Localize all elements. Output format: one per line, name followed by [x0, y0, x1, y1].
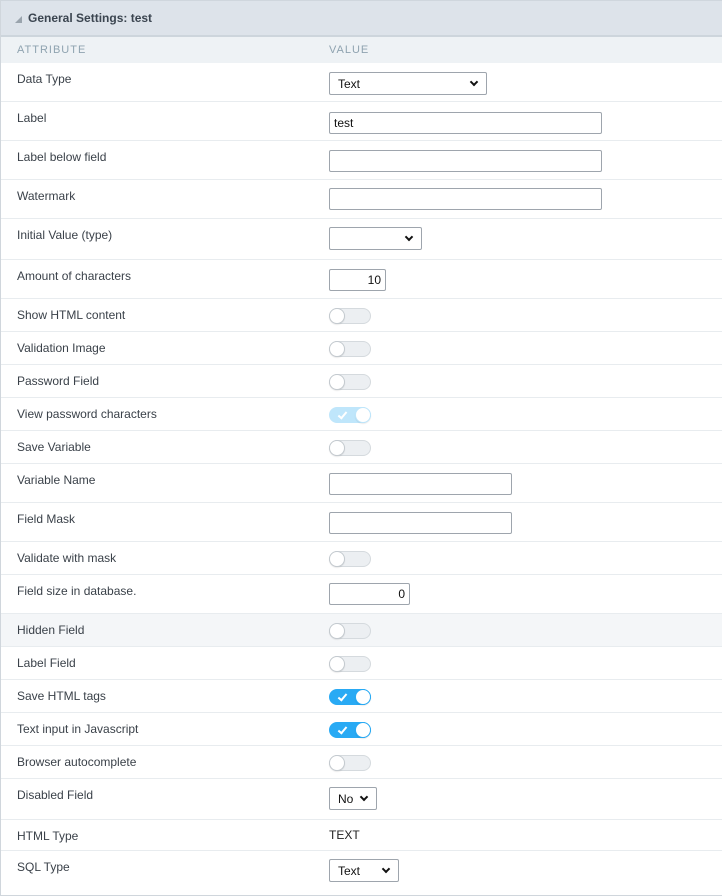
select-value: No	[338, 791, 354, 806]
amount-of-characters-input[interactable]: 10	[329, 269, 386, 291]
row-label: Disabled Field	[17, 788, 94, 802]
column-header-value: VALUE	[329, 44, 370, 56]
collapse-triangle-icon[interactable]	[15, 15, 22, 23]
field-mask-input[interactable]	[329, 512, 512, 534]
save-variable-toggle[interactable]	[329, 440, 371, 456]
label-below-field-input[interactable]	[329, 150, 602, 172]
toggle-knob	[329, 656, 345, 672]
row-show-html-content: Show HTML content	[1, 299, 722, 332]
toggle-knob	[329, 755, 345, 771]
row-label-below-field: Label below field	[1, 141, 722, 180]
row-label: Hidden Field	[17, 623, 85, 637]
row-label: Show HTML content	[17, 308, 126, 322]
field-size-input[interactable]: 0	[329, 583, 410, 605]
label-input[interactable]: test	[329, 112, 602, 134]
row-label: SQL Type	[17, 860, 70, 874]
row-sql-type: SQL Type Text	[1, 851, 722, 892]
row-amount-of-characters: Amount of characters 10	[1, 260, 722, 299]
row-label: Data Type	[17, 72, 72, 86]
row-password-field: Password Field	[1, 365, 722, 398]
toggle-knob	[355, 407, 371, 423]
row-view-password-characters: View password characters	[1, 398, 722, 431]
row-text-input-in-javascript: Text input in Javascript	[1, 713, 722, 746]
panel-title: General Settings: test	[28, 11, 153, 25]
toggle-knob	[329, 308, 345, 324]
chevron-down-icon	[404, 232, 414, 241]
validate-with-mask-toggle[interactable]	[329, 551, 371, 567]
toggle-knob	[355, 689, 371, 705]
row-label: Amount of characters	[17, 269, 132, 283]
html-type-value: TEXT	[329, 828, 360, 842]
row-html-type: HTML Type TEXT	[1, 820, 722, 851]
row-disabled-field: Disabled Field No	[1, 779, 722, 820]
row-initial-value-type: Initial Value (type)	[1, 219, 722, 260]
view-password-characters-toggle[interactable]	[329, 407, 371, 423]
browser-autocomplete-toggle[interactable]	[329, 755, 371, 771]
row-label: Field Mask	[17, 512, 76, 526]
row-label-field: Label test	[1, 102, 722, 141]
save-html-tags-toggle[interactable]	[329, 689, 371, 705]
toggle-knob	[329, 341, 345, 357]
row-label: Field size in database.	[17, 584, 137, 598]
chevron-down-icon	[359, 792, 369, 801]
row-hidden-field: Hidden Field	[1, 614, 722, 647]
toggle-knob	[329, 440, 345, 456]
panel-header[interactable]: General Settings: test	[1, 0, 722, 37]
watermark-input[interactable]	[329, 188, 602, 210]
row-label: Watermark	[17, 189, 76, 203]
row-data-type: Data Type Text	[1, 63, 722, 102]
password-field-toggle[interactable]	[329, 374, 371, 390]
row-label: Password Field	[17, 374, 100, 388]
row-browser-autocomplete: Browser autocomplete	[1, 746, 722, 779]
row-label: Label Field	[17, 656, 76, 670]
chevron-down-icon	[469, 77, 479, 86]
text-input-in-javascript-toggle[interactable]	[329, 722, 371, 738]
row-label: Label	[17, 111, 47, 125]
check-icon	[337, 409, 348, 420]
toggle-knob	[329, 374, 345, 390]
row-field-size-in-database: Field size in database. 0	[1, 575, 722, 614]
select-value: Text	[338, 76, 361, 91]
row-label: View password characters	[17, 407, 157, 421]
row-label: Save HTML tags	[17, 689, 106, 703]
row-label: Save Variable	[17, 440, 91, 454]
initial-value-type-select[interactable]	[329, 227, 422, 250]
row-watermark: Watermark	[1, 180, 722, 219]
check-icon	[337, 724, 348, 735]
chevron-down-icon	[381, 864, 391, 873]
column-header-attribute: ATTRIBUTE	[17, 44, 87, 56]
row-label: Variable Name	[17, 473, 96, 487]
row-validation-image: Validation Image	[1, 332, 722, 365]
general-settings-panel: General Settings: test ATTRIBUTE VALUE D…	[0, 0, 722, 896]
row-label: Initial Value (type)	[17, 228, 113, 242]
row-label-field-toggle: Label Field	[1, 647, 722, 680]
check-icon	[337, 691, 348, 702]
column-headers: ATTRIBUTE VALUE	[1, 37, 722, 63]
row-label: HTML Type	[17, 829, 79, 843]
row-label: Label below field	[17, 150, 107, 164]
row-label: Browser autocomplete	[17, 755, 137, 769]
row-save-variable: Save Variable	[1, 431, 722, 464]
row-save-html-tags: Save HTML tags	[1, 680, 722, 713]
toggle-knob	[329, 551, 345, 567]
disabled-field-select[interactable]: No	[329, 787, 377, 810]
toggle-knob	[355, 722, 371, 738]
row-label: Validate with mask	[17, 551, 117, 565]
data-type-select[interactable]: Text	[329, 72, 487, 95]
validation-image-toggle[interactable]	[329, 341, 371, 357]
row-label: Validation Image	[17, 341, 106, 355]
row-label: Text input in Javascript	[17, 722, 139, 736]
row-variable-name: Variable Name	[1, 464, 722, 503]
row-field-mask: Field Mask	[1, 503, 722, 542]
label-field-toggle[interactable]	[329, 656, 371, 672]
toggle-knob	[329, 623, 345, 639]
show-html-content-toggle[interactable]	[329, 308, 371, 324]
sql-type-select[interactable]: Text	[329, 859, 399, 882]
select-value: Text	[338, 863, 361, 878]
variable-name-input[interactable]	[329, 473, 512, 495]
hidden-field-toggle[interactable]	[329, 623, 371, 639]
row-validate-with-mask: Validate with mask	[1, 542, 722, 575]
